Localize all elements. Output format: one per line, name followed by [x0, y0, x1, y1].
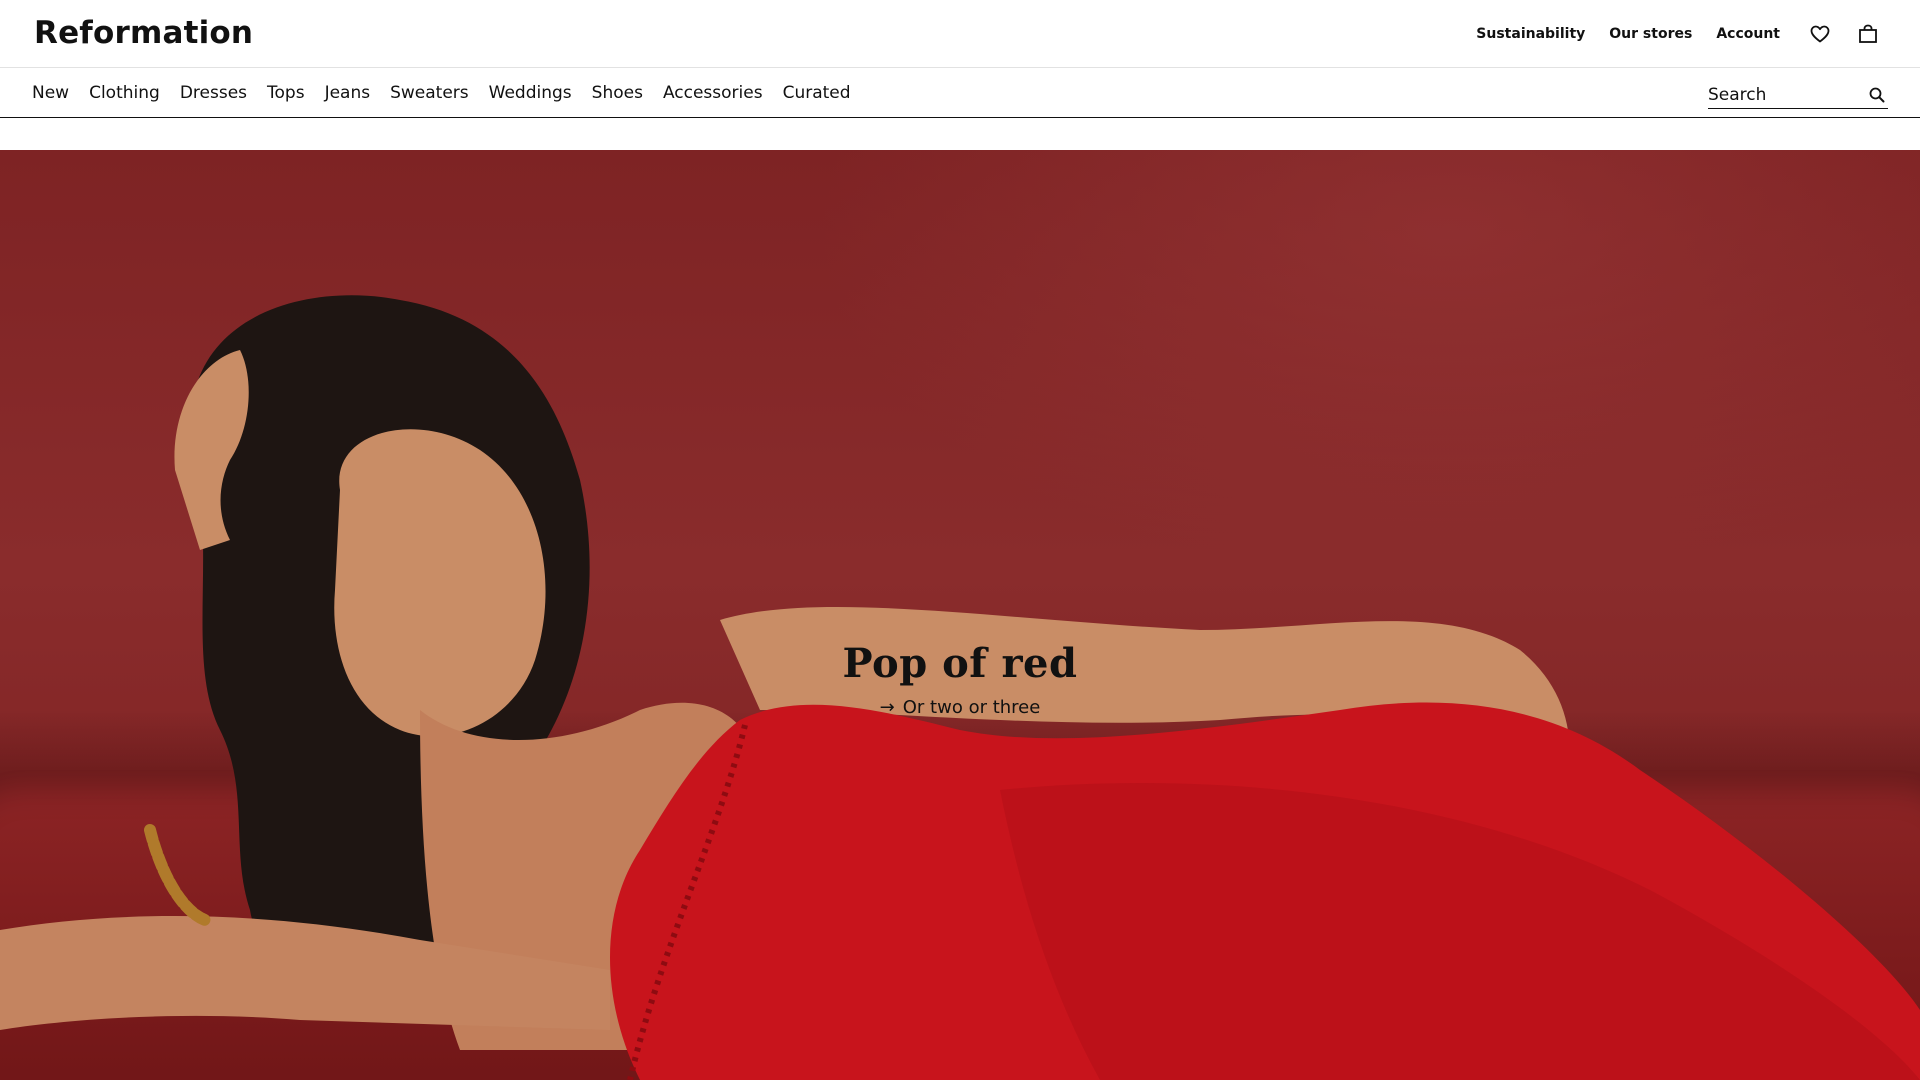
- hero-cta-label: Or two or three: [902, 697, 1041, 718]
- utility-nav: Sustainability Our stores Account: [1452, 0, 1880, 68]
- nav-item-jeans[interactable]: Jeans: [325, 83, 371, 103]
- nav-item-accessories[interactable]: Accessories: [663, 83, 763, 103]
- nav-item-clothing[interactable]: Clothing: [89, 83, 160, 103]
- hero-model-image: [0, 295, 1920, 1080]
- search-icon[interactable]: [1868, 86, 1886, 104]
- nav-item-weddings[interactable]: Weddings: [489, 83, 572, 103]
- hero-banner[interactable]: Pop of red → Or two or three: [0, 150, 1920, 1080]
- nav-item-tops[interactable]: Tops: [267, 83, 305, 103]
- nav-item-dresses[interactable]: Dresses: [180, 83, 247, 103]
- account-link[interactable]: Account: [1716, 26, 1780, 42]
- search-box: [1708, 81, 1888, 109]
- nav-item-curated[interactable]: Curated: [783, 83, 851, 103]
- nav-item-new[interactable]: New: [32, 83, 69, 103]
- arrow-right-icon: →: [879, 697, 895, 718]
- hero-title: Pop of red: [842, 640, 1078, 687]
- category-nav: New Clothing Dresses Tops Jeans Sweaters…: [0, 68, 1920, 118]
- search-input[interactable]: [1708, 84, 1858, 105]
- top-header: Reformation Sustainability Our stores Ac…: [0, 0, 1920, 68]
- nav-item-shoes[interactable]: Shoes: [592, 83, 643, 103]
- hero-text: Pop of red → Or two or three: [0, 640, 1920, 718]
- nav-item-sweaters[interactable]: Sweaters: [390, 83, 469, 103]
- brand-logo[interactable]: Reformation: [34, 15, 253, 51]
- hero-cta-link[interactable]: → Or two or three: [880, 697, 1041, 718]
- heart-icon[interactable]: [1808, 22, 1832, 46]
- our-stores-link[interactable]: Our stores: [1609, 26, 1692, 42]
- bag-icon[interactable]: [1856, 22, 1880, 46]
- category-list: New Clothing Dresses Tops Jeans Sweaters…: [32, 68, 871, 118]
- sustainability-link[interactable]: Sustainability: [1476, 26, 1585, 42]
